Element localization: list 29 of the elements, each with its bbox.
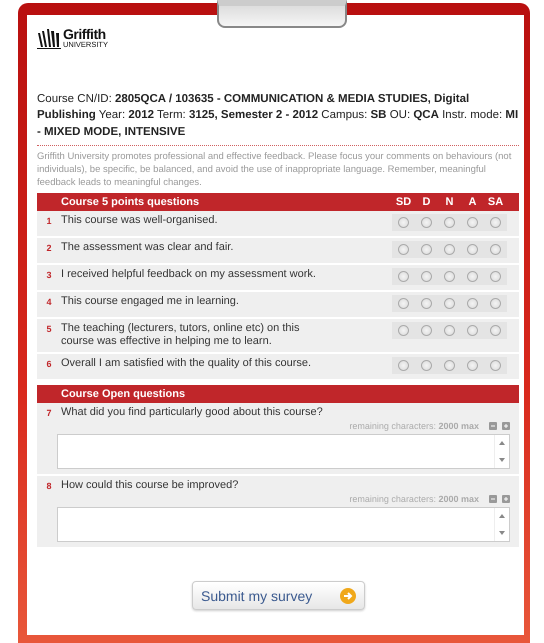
question-text: The assessment was clear and fair. xyxy=(61,241,234,254)
remaining-characters: remaining characters: 2000 max xyxy=(349,421,479,431)
section-title: Course 5 points questions xyxy=(61,196,200,208)
submit-button[interactable]: Submit my survey xyxy=(192,581,365,610)
question-text: How could this course be improved? xyxy=(61,479,238,492)
question-number: 3 xyxy=(45,269,52,280)
question-text: What did you find particularly good about this course? xyxy=(61,406,323,419)
scale-label: D xyxy=(422,196,432,208)
question-text: Overall I am satisfied with the quality of this course. xyxy=(61,357,312,370)
question-number: 5 xyxy=(45,323,52,334)
scale-label: SD xyxy=(394,196,412,208)
feedback-notice: Griffith University promotes professional and effective feedback. Please focus your comments on behaviours (not individuals), be specific, be balanced, and avoid the use of inappropriate language. Remember, meaningful feedback leads to meaningful changes. xyxy=(37,150,512,189)
question-text: I received helpful feedback on my assessment work. xyxy=(61,268,317,281)
question-number: 6 xyxy=(45,358,52,369)
logo-name: Griffith xyxy=(63,27,106,41)
question-number: 4 xyxy=(45,296,52,307)
question-number: 7 xyxy=(45,407,52,419)
scale-label: A xyxy=(468,196,478,208)
scale-label: SA xyxy=(486,196,504,208)
question-text: The teaching (lecturers, tutors, online etc) on this course was effective in helping me to learn. xyxy=(61,322,300,348)
question-text: This course engaged me in learning. xyxy=(61,295,240,308)
question-number: 8 xyxy=(45,480,52,492)
question-number: 2 xyxy=(45,242,52,253)
remaining-characters: remaining characters: 2000 max xyxy=(349,494,479,504)
question-text: This course was well-organised. xyxy=(61,214,219,227)
section-title: Course Open questions xyxy=(61,388,186,400)
question-number: 1 xyxy=(45,215,52,226)
course-info: Course CN/ID: 2805QCA / 103635 - COMMUNICATION & MEDIA STUDIES, Digital Publishing Year: 2012 Term: 3125, Semester 2 - 2012 Campus: SB OU: QCA Instr. mode: MI - MIXED MODE, INTENSIVE xyxy=(37,90,519,146)
scale-label: N xyxy=(444,196,454,208)
